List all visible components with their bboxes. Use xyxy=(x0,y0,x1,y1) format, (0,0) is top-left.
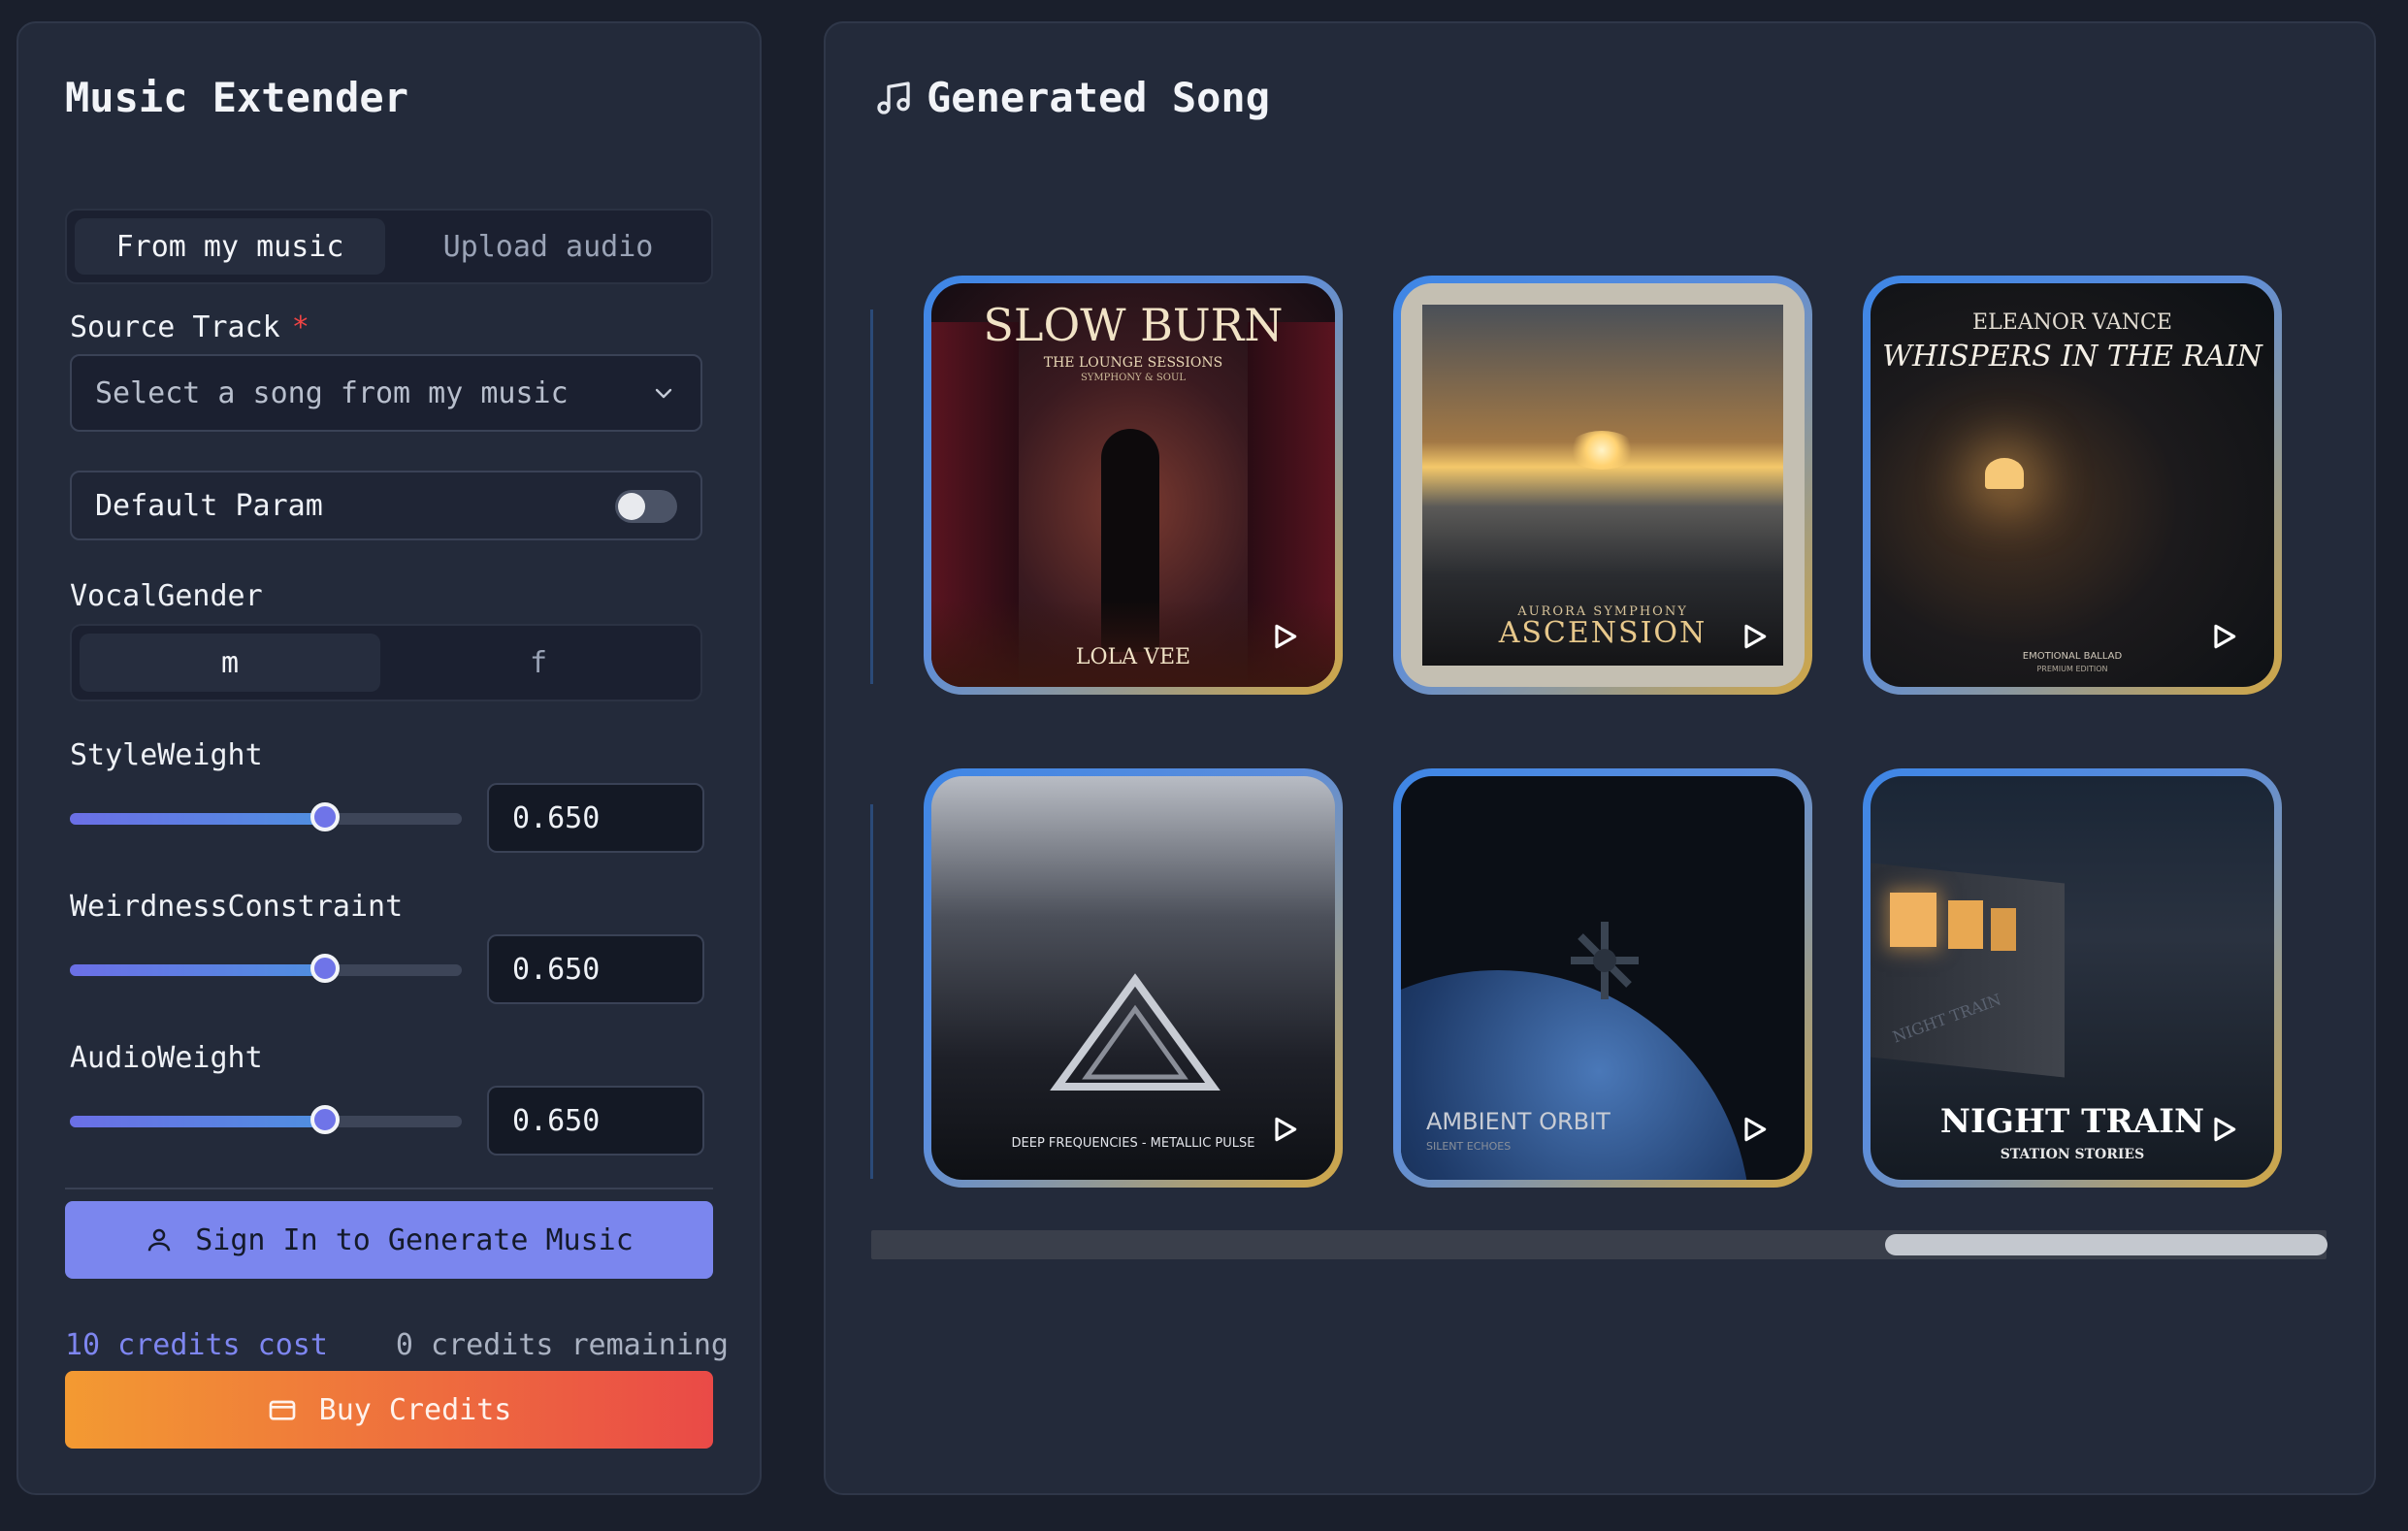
generated-song-panel: Generated Song SLOW BURN THE LOUNGE SESS… xyxy=(824,21,2376,1495)
song-card[interactable]: NIGHT TRAIN NIGHT TRAIN STATION STORIES xyxy=(1863,768,2282,1188)
source-track-select[interactable]: Select a song from my music xyxy=(70,354,702,432)
user-icon xyxy=(147,1228,171,1252)
song-card[interactable]: AURORA SYMPHONY ASCENSION xyxy=(1393,276,1812,695)
source-track-label-text: Source Track xyxy=(70,310,280,344)
song-card[interactable]: DEEP FREQUENCIES - METALLIC PULSE xyxy=(924,768,1343,1188)
song-subtitle-2: PREMIUM EDITION xyxy=(2036,665,2108,673)
tab-upload-audio[interactable]: Upload audio xyxy=(393,218,703,275)
style-weight-input[interactable]: 0.650 xyxy=(487,783,704,853)
previous-card-edge xyxy=(870,804,873,1179)
music-note-icon xyxy=(877,81,910,114)
song-subtitle: SILENT ECHOES xyxy=(1426,1140,1512,1153)
vocal-gender-selector: m f xyxy=(70,624,702,701)
music-extender-panel: Music Extender From my music Upload audi… xyxy=(16,21,762,1495)
style-weight-slider[interactable] xyxy=(70,800,462,835)
gallery-scrollbar[interactable] xyxy=(871,1230,2327,1259)
vocal-gender-label: VocalGender xyxy=(70,579,263,613)
song-artist: ELEANOR VANCE xyxy=(1972,310,2172,335)
slider-fill xyxy=(70,1116,325,1127)
weirdness-label: WeirdnessConstraint xyxy=(70,890,404,924)
album-art: NIGHT TRAIN NIGHT TRAIN STATION STORIES xyxy=(1871,776,2274,1180)
audio-weight-label: AudioWeight xyxy=(70,1041,263,1075)
required-mark: * xyxy=(291,310,309,344)
scrollbar-thumb[interactable] xyxy=(1885,1234,2327,1255)
play-icon[interactable] xyxy=(2208,1114,2239,1145)
buy-credits-label: Buy Credits xyxy=(318,1392,512,1427)
play-icon[interactable] xyxy=(1739,621,1770,652)
source-mode-tabs: From my music Upload audio xyxy=(65,209,713,284)
panel-title: Music Extender xyxy=(65,74,409,121)
song-title: ASCENSION xyxy=(1498,616,1708,650)
song-subtitle: EMOTIONAL BALLAD xyxy=(2022,651,2123,662)
song-gallery[interactable]: SLOW BURN THE LOUNGE SESSIONS SYMPHONY &… xyxy=(870,246,2326,1207)
song-card[interactable]: SLOW BURN THE LOUNGE SESSIONS SYMPHONY &… xyxy=(924,276,1343,695)
previous-card-edge xyxy=(870,309,873,684)
source-track-placeholder: Select a song from my music xyxy=(95,375,569,410)
song-card[interactable]: ELEANOR VANCE WHISPERS IN THE RAIN EMOTI… xyxy=(1863,276,2282,695)
triangle-sculpture xyxy=(1050,973,1220,1091)
generated-song-title: Generated Song xyxy=(927,74,1271,121)
credit-card-icon xyxy=(269,1400,295,1420)
default-param-label: Default Param xyxy=(95,488,323,523)
sign-in-button[interactable]: Sign In to Generate Music xyxy=(65,1201,713,1279)
song-subtitle: THE LOUNGE SESSIONS xyxy=(1043,355,1223,371)
buy-credits-button[interactable]: Buy Credits xyxy=(65,1371,713,1449)
slider-fill xyxy=(70,964,325,976)
credits-cost: 10 credits cost xyxy=(65,1328,328,1362)
song-title: SLOW BURN xyxy=(983,299,1284,351)
song-card[interactable]: AMBIENT ORBIT SILENT ECHOES xyxy=(1393,768,1812,1188)
song-title: AMBIENT ORBIT xyxy=(1426,1108,1611,1135)
audio-weight-slider[interactable] xyxy=(70,1103,462,1138)
slider-thumb[interactable] xyxy=(309,802,340,831)
default-param-toggle[interactable] xyxy=(615,490,677,523)
slider-fill xyxy=(70,813,325,825)
song-subtitle: STATION STORIES xyxy=(2000,1147,2145,1162)
divider xyxy=(65,1188,713,1189)
source-track-label: Source Track * xyxy=(70,310,309,344)
album-art: ELEANOR VANCE WHISPERS IN THE RAIN EMOTI… xyxy=(1871,283,2274,687)
weirdness-input[interactable]: 0.650 xyxy=(487,934,704,1004)
default-param-row: Default Param xyxy=(70,471,702,540)
toggle-knob xyxy=(618,493,645,520)
play-icon[interactable] xyxy=(2208,621,2239,652)
album-art: SLOW BURN THE LOUNGE SESSIONS SYMPHONY &… xyxy=(931,283,1335,687)
form-scroll-area[interactable]: Music Extender From my music Upload audi… xyxy=(18,23,760,1158)
weirdness-slider[interactable] xyxy=(70,952,462,987)
album-art: AURORA SYMPHONY ASCENSION xyxy=(1401,283,1805,687)
play-icon[interactable] xyxy=(1739,1114,1770,1145)
satellite-icon xyxy=(1571,922,1639,999)
audio-weight-input[interactable]: 0.650 xyxy=(487,1086,704,1156)
play-icon[interactable] xyxy=(1269,621,1300,652)
song-title: WHISPERS IN THE RAIN xyxy=(1882,340,2262,374)
chevron-down-icon xyxy=(655,388,672,399)
vocal-gender-f[interactable]: f xyxy=(388,634,689,692)
vocal-gender-m[interactable]: m xyxy=(80,634,380,692)
style-weight-label: StyleWeight xyxy=(70,738,263,772)
slider-thumb[interactable] xyxy=(309,954,340,983)
album-art: AMBIENT ORBIT SILENT ECHOES xyxy=(1401,776,1805,1180)
play-icon[interactable] xyxy=(1269,1114,1300,1145)
tab-from-my-music[interactable]: From my music xyxy=(75,218,385,275)
credits-remaining: 0 credits remaining xyxy=(395,1328,729,1362)
sign-in-label: Sign In to Generate Music xyxy=(195,1222,634,1257)
slider-thumb[interactable] xyxy=(309,1105,340,1134)
song-subtitle-2: SYMPHONY & SOUL xyxy=(1080,373,1187,383)
album-art: DEEP FREQUENCIES - METALLIC PULSE xyxy=(931,776,1335,1180)
